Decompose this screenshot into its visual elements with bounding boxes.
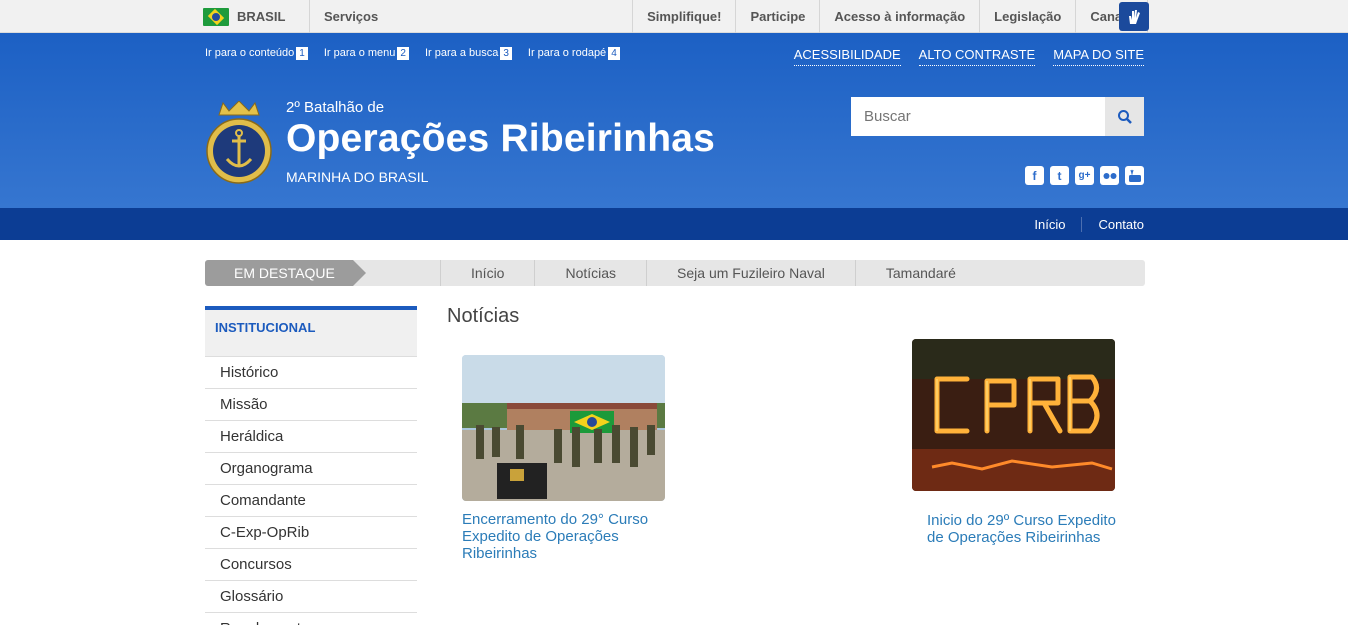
featured-link-fuzileiro[interactable]: Seja um Fuzileiro Naval (646, 260, 855, 286)
brazil-flag-icon (203, 7, 229, 26)
sidebar-item-concursos[interactable]: Concursos (205, 549, 417, 581)
search-box (851, 97, 1144, 136)
featured-link-noticias[interactable]: Notícias (534, 260, 646, 286)
skip-to-menu[interactable]: Ir para o menu 2 (324, 47, 409, 60)
news-caption[interactable]: Encerramento do 29° Curso Expedito de Op… (462, 511, 672, 562)
site-map-link[interactable]: MAPA DO SITE (1053, 47, 1144, 66)
marinha-logo[interactable] (205, 101, 273, 189)
service-links: Início Contato (1018, 208, 1144, 240)
sidebar-menu: INSTITUCIONAL Histórico Missão Heráldica… (205, 306, 417, 625)
accessibility-link[interactable]: ACESSIBILIDADE (793, 47, 901, 66)
gov-bar: BRASIL Serviços Simplifique! Participe A… (0, 0, 1348, 33)
sidebar-item-historico[interactable]: Histórico (205, 357, 417, 389)
youtube-icon[interactable] (1125, 166, 1144, 185)
brasil-link[interactable]: BRASIL (203, 0, 285, 33)
service-bar: Início Contato (0, 208, 1348, 240)
news-caption[interactable]: Inicio do 29º Curso Expedito de Operaçõe… (927, 512, 1122, 546)
news-thumbnail[interactable] (912, 339, 1115, 491)
gov-link-acesso-informacao[interactable]: Acesso à informação (819, 0, 979, 33)
news-thumbnail[interactable] (462, 355, 665, 501)
sidebar-item-regulamentos[interactable]: Regulamentos (205, 613, 417, 625)
divider (309, 0, 310, 33)
featured-items: Início Notícias Seja um Fuzileiro Naval … (440, 260, 986, 286)
accessibility-links: ACESSIBILIDADE ALTO CONTRASTE MAPA DO SI… (793, 47, 1144, 66)
services-link[interactable]: Serviços (324, 0, 378, 33)
skip-to-footer[interactable]: Ir para o rodapé 4 (528, 47, 620, 60)
site-pretitle: 2º Batalhão de (286, 99, 385, 116)
featured-tag: EM DESTAQUE (205, 260, 366, 286)
site-title[interactable]: Operações Ribeirinhas (286, 117, 715, 161)
facebook-icon[interactable]: f (1025, 166, 1044, 185)
search-button[interactable] (1105, 97, 1144, 136)
sidebar-item-missao[interactable]: Missão (205, 389, 417, 421)
googleplus-icon[interactable]: g+ (1075, 166, 1094, 185)
sidebar-item-glossario[interactable]: Glossário (205, 581, 417, 613)
flickr-icon[interactable] (1100, 166, 1119, 185)
sidebar-item-c-exp-oprib[interactable]: C-Exp-OpRib (205, 517, 417, 549)
sidebar-item-heraldica[interactable]: Heráldica (205, 421, 417, 453)
featured-bar: EM DESTAQUE Início Notícias Seja um Fuzi… (205, 260, 1145, 286)
service-link-inicio[interactable]: Início (1018, 217, 1081, 232)
gov-link-participe[interactable]: Participe (735, 0, 819, 33)
page-title: Notícias (447, 305, 520, 327)
search-icon (1117, 109, 1132, 124)
sidebar-list: Histórico Missão Heráldica Organograma C… (205, 357, 417, 625)
gov-links: Simplifique! Participe Acesso à informaç… (632, 0, 1148, 33)
skip-to-search[interactable]: Ir para a busca 3 (425, 47, 512, 60)
social-links: f t g+ (1025, 166, 1144, 185)
brasil-label: BRASIL (237, 9, 286, 24)
twitter-icon[interactable]: t (1050, 166, 1069, 185)
gov-link-legislacao[interactable]: Legislação (979, 0, 1075, 33)
site-header: Ir para o conteúdo 1 Ir para o menu 2 Ir p… (0, 33, 1348, 208)
featured-link-tamandare[interactable]: Tamandaré (854, 260, 986, 286)
site-subtitle: MARINHA DO BRASIL (286, 169, 429, 185)
sidebar-item-comandante[interactable]: Comandante (205, 485, 417, 517)
high-contrast-link[interactable]: ALTO CONTRASTE (918, 47, 1036, 66)
skip-to-content[interactable]: Ir para o conteúdo 1 (205, 47, 308, 60)
sidebar-item-organograma[interactable]: Organograma (205, 453, 417, 485)
gov-link-simplifique[interactable]: Simplifique! (632, 0, 735, 33)
vlibras-hand-icon[interactable] (1119, 2, 1149, 31)
skip-links: Ir para o conteúdo 1 Ir para o menu 2 Ir p… (205, 47, 620, 60)
news-item[interactable]: Encerramento do 29° Curso Expedito de Op… (462, 355, 672, 562)
featured-link-inicio[interactable]: Início (440, 260, 534, 286)
service-link-contato[interactable]: Contato (1081, 216, 1144, 232)
sidebar-heading: INSTITUCIONAL (205, 306, 417, 357)
news-item[interactable]: Inicio do 29º Curso Expedito de Operaçõe… (912, 339, 1122, 546)
search-input[interactable] (851, 97, 1105, 136)
